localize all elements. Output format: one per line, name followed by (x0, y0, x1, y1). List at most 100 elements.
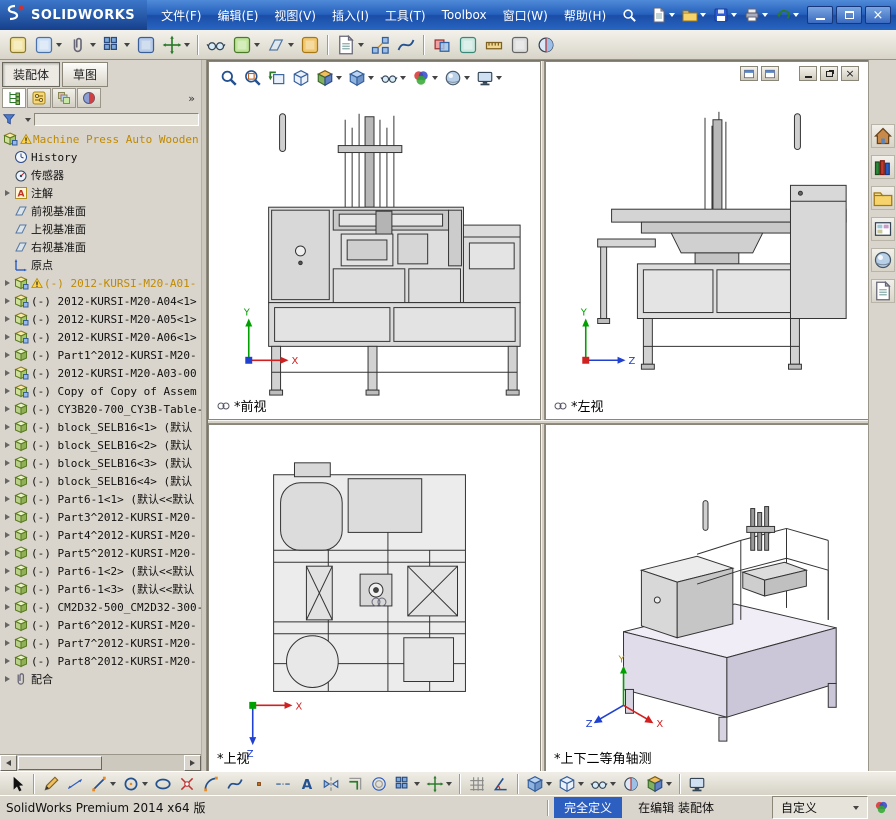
viewport-front[interactable]: Y X *前视 (208, 61, 541, 420)
menu-tools[interactable]: 工具(T) (377, 0, 434, 30)
tree-item-component[interactable]: (-) 2012-KURSI-M20-A04<1> (0, 292, 201, 310)
maximize-button[interactable] (836, 6, 862, 24)
tree-item-component[interactable]: (-) Part3^2012-KURSI-M20- (0, 508, 201, 526)
hide-show-button[interactable] (588, 773, 618, 795)
tree-expander[interactable] (2, 442, 13, 448)
tree-item-right-plane[interactable]: 右视基准面 (0, 238, 201, 256)
tree-item-history-folder[interactable]: History (0, 148, 201, 166)
full-screen-button[interactable] (686, 773, 708, 795)
display-style-button[interactable] (346, 67, 376, 89)
tree-expander[interactable] (2, 190, 13, 196)
linear-sketch-pattern-button[interactable] (392, 773, 422, 795)
search-icon[interactable] (618, 4, 640, 26)
spline-button[interactable] (224, 773, 246, 795)
linear-component-pattern-button[interactable] (100, 33, 132, 57)
tree-expander[interactable] (2, 622, 13, 628)
front-view-drawing[interactable]: Y X (209, 62, 540, 419)
tree-expander[interactable] (2, 604, 13, 610)
tree-expander[interactable] (2, 658, 13, 664)
menu-edit[interactable]: 编辑(E) (209, 0, 266, 30)
tree-expander[interactable] (2, 280, 13, 286)
tree-item-component[interactable]: (-) Part1^2012-KURSI-M20- (0, 346, 201, 364)
tree-item-sensors-folder[interactable]: 传感器 (0, 166, 201, 184)
edit-component-button[interactable] (6, 33, 30, 57)
tree-expander[interactable] (2, 676, 13, 682)
design-library-button[interactable] (870, 155, 895, 179)
sketch-button[interactable] (40, 773, 62, 795)
text-button[interactable]: A (296, 773, 318, 795)
close-button[interactable]: × (865, 6, 891, 24)
tree-item-component[interactable]: (-) 2012-KURSI-M20-A06<1> (0, 328, 201, 346)
point-button[interactable] (248, 773, 270, 795)
tree-item-component[interactable]: (-) Part6-1<1> (默认<<默认 (0, 490, 201, 508)
tree-item-component[interactable]: (-) block_SELB16<2> (默认 (0, 436, 201, 454)
tree-expander[interactable] (2, 370, 13, 376)
doc-pane-left-button[interactable] (740, 66, 758, 81)
viewport-splitter-vertical[interactable] (541, 61, 545, 772)
viewport-splitter-horizontal[interactable] (208, 420, 869, 424)
save-button[interactable] (710, 4, 740, 26)
move-entities-button[interactable] (424, 773, 454, 795)
tree-item-component[interactable]: (-) block_SELB16<3> (默认 (0, 454, 201, 472)
tree-expander[interactable] (2, 550, 13, 556)
mass-properties-button[interactable] (508, 33, 532, 57)
assembly-features-button[interactable] (230, 33, 262, 57)
menu-toolbox[interactable]: Toolbox (434, 0, 495, 30)
doc-pane-right-button[interactable] (761, 66, 779, 81)
tree-item-component[interactable]: (-) Part7^2012-KURSI-M20- (0, 634, 201, 652)
menu-view[interactable]: 视图(V) (266, 0, 324, 30)
tab-assembly[interactable]: 装配体 (2, 62, 61, 87)
filter-caret-icon[interactable] (25, 117, 31, 122)
tree-item-front-plane[interactable]: 前视基准面 (0, 202, 201, 220)
filter-icon[interactable] (2, 112, 18, 128)
view-orientation-button[interactable] (314, 67, 344, 89)
tree-expander[interactable] (2, 568, 13, 574)
tree-item-component[interactable]: (-) Part6^2012-KURSI-M20- (0, 616, 201, 634)
tree-expander[interactable] (2, 478, 13, 484)
quick-tips-icon[interactable] (874, 800, 890, 816)
left-view-drawing[interactable]: Y Z (546, 62, 868, 419)
tree-expander[interactable] (2, 514, 13, 520)
menu-window[interactable]: 窗口(W) (495, 0, 556, 30)
show-hidden-components-button[interactable] (204, 33, 228, 57)
smart-fasteners-button[interactable] (134, 33, 158, 57)
move-component-button[interactable] (160, 33, 192, 57)
solidworks-resources-button[interactable] (870, 124, 895, 148)
tree-expander[interactable] (2, 298, 13, 304)
tree-item-origin[interactable]: 原点 (0, 256, 201, 274)
tree-item-component[interactable]: (-) Copy of Copy of Assem (0, 382, 201, 400)
viewport-left[interactable]: Y Z *左视 (545, 61, 869, 420)
reference-geometry-button[interactable] (264, 33, 296, 57)
3d-drawing-view-button[interactable] (290, 67, 312, 89)
viewport-top[interactable]: X Z *上视 (208, 424, 541, 772)
line-button[interactable] (88, 773, 118, 795)
view-settings-button[interactable] (474, 67, 504, 89)
section-properties-button[interactable] (534, 33, 558, 57)
toolbar-preset-dropdown[interactable]: 自定义 (772, 796, 868, 819)
panel-overflow-button[interactable]: » (188, 92, 199, 105)
tree-item-assembly-root[interactable]: Machine Press Auto Wooden (0, 130, 201, 148)
zoom-to-fit-button[interactable] (218, 67, 240, 89)
doc-restore-button[interactable] (820, 66, 838, 81)
tree-item-top-plane[interactable]: 上视基准面 (0, 220, 201, 238)
appearances-scenes-button[interactable] (870, 248, 895, 272)
tree-item-component[interactable]: (-) Part6-1<3> (默认<<默认 (0, 580, 201, 598)
clearance-verification-button[interactable] (456, 33, 480, 57)
open-document-button[interactable] (679, 4, 709, 26)
doc-minimize-button[interactable] (799, 66, 817, 81)
exploded-view-button[interactable] (368, 33, 392, 57)
convert-entities-button[interactable] (344, 773, 366, 795)
explode-line-sketch-button[interactable] (394, 33, 418, 57)
print-button[interactable] (741, 4, 771, 26)
tree-expander[interactable] (2, 460, 13, 466)
featuremanager-tab[interactable] (2, 88, 26, 108)
tree-item-component[interactable]: (-) Part6-1<2> (默认<<默认 (0, 562, 201, 580)
section-view-button[interactable] (620, 773, 642, 795)
tree-expander[interactable] (2, 316, 13, 322)
insert-components-button[interactable] (32, 33, 64, 57)
bill-of-materials-button[interactable] (334, 33, 366, 57)
tree-item-component[interactable]: (-) Part4^2012-KURSI-M20- (0, 526, 201, 544)
hide-show-items-button[interactable] (378, 67, 408, 89)
centerline-button[interactable] (272, 773, 294, 795)
top-view-drawing[interactable]: X Z (209, 425, 540, 771)
